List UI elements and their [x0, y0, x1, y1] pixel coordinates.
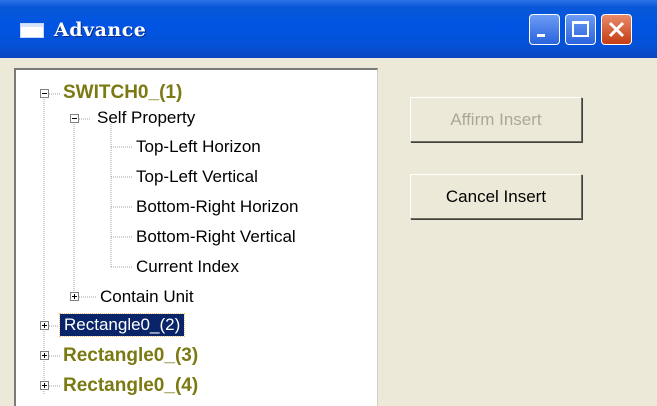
tree-node-bottom-right-horizon[interactable]: Bottom-Right Horizon — [136, 197, 299, 217]
expand-toggle-icon[interactable] — [40, 321, 49, 330]
tree-node-top-left-vertical[interactable]: Top-Left Vertical — [136, 167, 258, 187]
maximize-icon — [572, 21, 589, 37]
affirm-insert-button[interactable]: Affirm Insert — [410, 97, 582, 142]
collapse-toggle-icon[interactable] — [70, 114, 79, 123]
tree-node-bottom-right-vertical[interactable]: Bottom-Right Vertical — [136, 227, 296, 247]
expand-toggle-icon[interactable] — [70, 292, 79, 301]
expand-toggle-icon[interactable] — [40, 351, 49, 360]
tree-node-contain-unit[interactable]: Contain Unit — [100, 287, 194, 307]
close-button[interactable] — [601, 14, 632, 45]
maximize-button[interactable] — [565, 14, 596, 45]
tree-node-current-index[interactable]: Current Index — [136, 257, 239, 277]
collapse-toggle-icon[interactable] — [40, 89, 49, 98]
tree-node-rectangle0-3[interactable]: Rectangle0_(3) — [63, 345, 198, 367]
minimize-icon — [537, 34, 545, 37]
tree-node-rectangle0-2[interactable]: Rectangle0_(2) — [58, 313, 186, 337]
cancel-insert-button[interactable]: Cancel Insert — [410, 174, 582, 219]
expand-toggle-icon[interactable] — [40, 381, 49, 390]
tree-node-rectangle0-4[interactable]: Rectangle0_(4) — [63, 375, 198, 397]
title-bar[interactable]: Advance — [0, 0, 657, 58]
minimize-button[interactable] — [529, 14, 560, 45]
advance-dialog: Advance SWITCH0_(1) Self Property Top-Le… — [0, 0, 657, 406]
window-icon — [20, 23, 44, 38]
tree-node-switch0[interactable]: SWITCH0_(1) — [63, 82, 182, 104]
tree-view[interactable]: SWITCH0_(1) Self Property Top-Left Horiz… — [14, 68, 378, 406]
tree-node-top-left-horizon[interactable]: Top-Left Horizon — [136, 137, 261, 157]
window-title: Advance — [54, 19, 147, 41]
close-icon — [608, 21, 625, 38]
tree-node-self-property[interactable]: Self Property — [97, 108, 195, 128]
